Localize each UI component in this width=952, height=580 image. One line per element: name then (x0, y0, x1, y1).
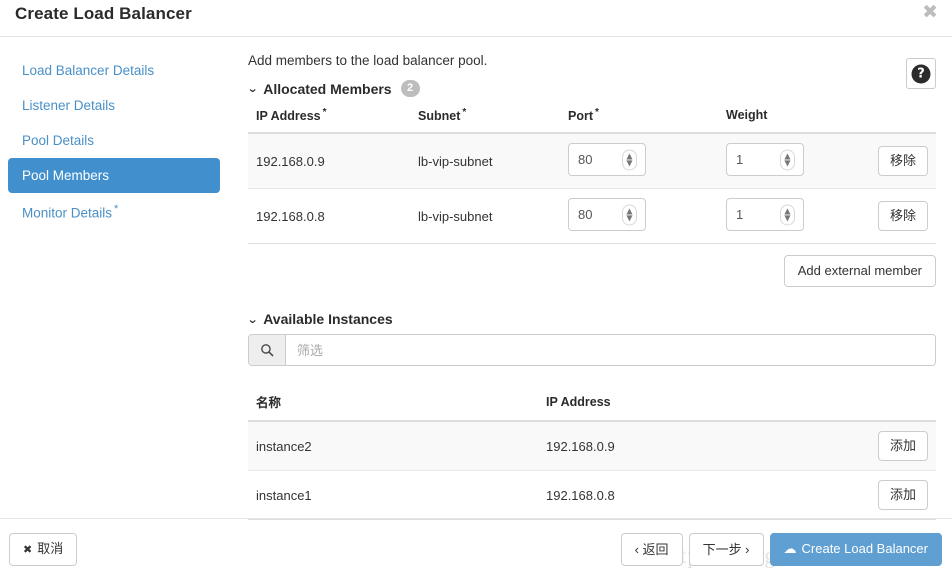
cell-ip-address: 192.168.0.9 (248, 133, 410, 189)
cell-weight: ▲▼ (718, 189, 848, 244)
available-instances-table: 名称 IP Address instance2 192.168.0.9 添加 i… (248, 388, 936, 520)
footer-right-actions: ‹ 返回 下一步 › ☁ Create Load Balancer (621, 533, 942, 566)
wizard-sidebar: Load Balancer Details Listener Details P… (0, 53, 228, 231)
sidebar-item-label: Load Balancer Details (22, 63, 154, 78)
back-button[interactable]: ‹ 返回 (621, 533, 683, 566)
column-header-weight: Weight (718, 103, 848, 133)
column-header-ip-address: IP Address (538, 388, 848, 421)
cell-weight: ▲▼ (718, 133, 848, 189)
cell-ip-address: 192.168.0.8 (538, 471, 848, 520)
add-instance-button[interactable]: 添加 (878, 480, 928, 510)
search-input[interactable] (286, 335, 935, 365)
wizard-content: ? Add members to the load balancer pool.… (248, 53, 936, 520)
weight-stepper[interactable]: ▲▼ (726, 143, 804, 176)
column-header-actions (848, 103, 936, 133)
port-stepper[interactable]: ▲▼ (568, 143, 646, 176)
cell-actions: 添加 (848, 471, 936, 520)
modal-header: Create Load Balancer ✖ (0, 0, 952, 37)
sidebar-item-monitor-details[interactable]: Monitor Details* (8, 193, 220, 231)
weight-input[interactable] (727, 199, 779, 230)
cell-subnet: lb-vip-subnet (410, 133, 560, 189)
sidebar-item-pool-details[interactable]: Pool Details (8, 123, 220, 158)
required-asterisk: * (323, 107, 327, 118)
cell-ip-address: 192.168.0.9 (538, 421, 848, 471)
chevron-down-icon: ⌄ (247, 82, 259, 95)
table-header-row: IP Address* Subnet* Port* Weight (248, 103, 936, 133)
remove-member-button[interactable]: 移除 (878, 146, 928, 176)
allocated-members-table: IP Address* Subnet* Port* Weight 192.168… (248, 103, 936, 244)
sidebar-item-listener-details[interactable]: Listener Details (8, 88, 220, 123)
sidebar-item-label: Monitor Details (22, 206, 112, 221)
cancel-button-label: 取消 (37, 541, 63, 556)
required-asterisk: * (114, 203, 118, 215)
required-asterisk: * (595, 107, 599, 118)
table-header-row: 名称 IP Address (248, 388, 936, 421)
cell-ip-address: 192.168.0.8 (248, 189, 410, 244)
help-button[interactable]: ? (906, 58, 936, 89)
stepper-arrows-icon[interactable]: ▲▼ (622, 149, 637, 170)
allocated-members-count-badge: 2 (401, 80, 420, 97)
column-header-actions (848, 388, 936, 421)
sidebar-item-pool-members[interactable]: Pool Members (8, 158, 220, 193)
modal-footer: ✖ 取消 ‹ 返回 下一步 › ☁ Create Load Balancer (0, 518, 952, 580)
cell-actions: 添加 (848, 421, 936, 471)
cell-subnet: lb-vip-subnet (410, 189, 560, 244)
search-icon (249, 335, 286, 365)
column-header-name: 名称 (248, 388, 538, 421)
stepper-arrows-icon[interactable]: ▲▼ (780, 204, 795, 225)
table-row: 192.168.0.8 lb-vip-subnet ▲▼ ▲▼ (248, 189, 936, 244)
create-load-balancer-button[interactable]: ☁ Create Load Balancer (770, 533, 942, 566)
weight-stepper[interactable]: ▲▼ (726, 198, 804, 231)
intro-text: Add members to the load balancer pool. (248, 53, 936, 68)
required-asterisk: * (462, 107, 466, 118)
close-icon[interactable]: ✖ (922, 3, 938, 22)
column-label: Subnet (418, 109, 460, 123)
allocated-members-title: Allocated Members (263, 81, 391, 97)
available-instances-title: Available Instances (263, 311, 392, 327)
column-label: Weight (726, 108, 767, 122)
next-button[interactable]: 下一步 › (689, 533, 764, 566)
cell-actions: 移除 (848, 133, 936, 189)
column-header-ip-address: IP Address* (248, 103, 410, 133)
stepper-arrows-icon[interactable]: ▲▼ (780, 149, 795, 170)
table-row: instance1 192.168.0.8 添加 (248, 471, 936, 520)
cell-instance-name: instance1 (248, 471, 538, 520)
column-label: Port (568, 109, 593, 123)
cancel-button[interactable]: ✖ 取消 (9, 533, 77, 566)
add-external-member-button[interactable]: Add external member (784, 255, 936, 287)
table-row: 192.168.0.9 lb-vip-subnet ▲▼ ▲▼ (248, 133, 936, 189)
remove-member-button[interactable]: 移除 (878, 201, 928, 231)
footer-left-actions: ✖ 取消 (9, 533, 77, 566)
sidebar-item-label: Pool Members (22, 168, 109, 183)
sidebar-item-label: Pool Details (22, 133, 94, 148)
submit-button-label: Create Load Balancer (802, 541, 928, 556)
instance-filter-group[interactable] (248, 334, 936, 366)
table-row: instance2 192.168.0.9 添加 (248, 421, 936, 471)
column-label: IP Address (256, 109, 321, 123)
port-input[interactable] (569, 144, 621, 175)
question-mark-icon: ? (912, 64, 931, 83)
column-header-subnet: Subnet* (410, 103, 560, 133)
add-external-member-row: Add external member (248, 255, 936, 287)
cell-actions: 移除 (848, 189, 936, 244)
cloud-icon: ☁ (784, 542, 797, 557)
stepper-arrows-icon[interactable]: ▲▼ (622, 204, 637, 225)
port-stepper[interactable]: ▲▼ (568, 198, 646, 231)
sidebar-item-label: Listener Details (22, 98, 115, 113)
cell-port: ▲▼ (560, 133, 718, 189)
port-input[interactable] (569, 199, 621, 230)
weight-input[interactable] (727, 144, 779, 175)
page-title: Create Load Balancer (15, 4, 192, 24)
close-icon: ✖ (23, 543, 32, 556)
chevron-down-icon: ⌄ (247, 313, 259, 326)
add-instance-button[interactable]: 添加 (878, 431, 928, 461)
create-load-balancer-modal: Create Load Balancer ✖ Load Balancer Det… (0, 0, 952, 580)
sidebar-item-load-balancer-details[interactable]: Load Balancer Details (8, 53, 220, 88)
cell-port: ▲▼ (560, 189, 718, 244)
available-instances-header[interactable]: ⌄ Available Instances (248, 311, 936, 327)
column-header-port: Port* (560, 103, 718, 133)
available-instances-section: ⌄ Available Instances (248, 311, 936, 366)
allocated-members-header[interactable]: ⌄ Allocated Members 2 (248, 80, 936, 97)
cell-instance-name: instance2 (248, 421, 538, 471)
